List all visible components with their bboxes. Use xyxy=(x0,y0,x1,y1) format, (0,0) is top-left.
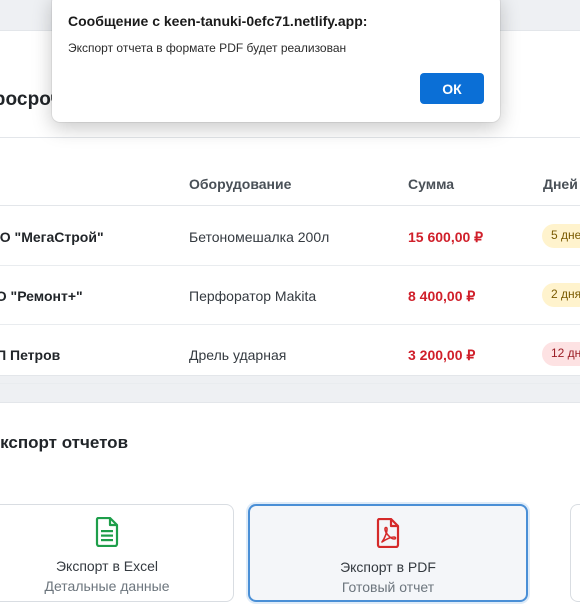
days-badge: 5 дней xyxy=(542,224,580,248)
table-row[interactable]: ООО "Ремонт+" Перфоратор Makita 8 400,00… xyxy=(0,266,580,325)
client-name: ИП Петров xyxy=(0,347,61,363)
dialog-title: Сообщение с keen-tanuki-0efc71.netlify.a… xyxy=(68,13,368,29)
export-excel-label: Экспорт в Excel xyxy=(55,558,159,574)
column-header-days: Дней просрочки xyxy=(543,176,580,192)
sum-value: 3 200,00 ₽ xyxy=(408,347,476,363)
ok-button[interactable]: ОК xyxy=(420,73,484,104)
client-name: ООО "Ремонт+" xyxy=(0,288,83,304)
alert-dialog: Сообщение с keen-tanuki-0efc71.netlify.a… xyxy=(52,0,500,122)
divider xyxy=(0,137,580,138)
export-pdf-button[interactable]: Экспорт в PDF Готовый отчет xyxy=(248,504,528,602)
column-header-sum: Сумма xyxy=(408,176,455,192)
days-badge: 2 дня xyxy=(542,283,580,307)
days-badge: 12 дней xyxy=(542,342,580,366)
client-name: ООО "МегаСтрой" xyxy=(0,229,104,245)
equipment-name: Дрель ударная xyxy=(189,347,287,363)
export-excel-subtitle: Детальные данные xyxy=(44,578,170,594)
column-header-equipment: Оборудование xyxy=(189,176,292,192)
equipment-name: Бетономешалка 200л xyxy=(189,229,330,245)
reports-card: Экспорт отчетов Экспорт в Excel Детальны… xyxy=(0,402,580,614)
table-row[interactable]: ИП Петров Дрель ударная 3 200,00 ₽ 12 дн… xyxy=(0,325,580,384)
next-export-card[interactable] xyxy=(570,504,580,602)
export-pdf-subtitle: Готовый отчет xyxy=(341,579,435,595)
sum-value: 15 600,00 ₽ xyxy=(408,229,484,245)
table-header: Оборудование Сумма Дней просрочки xyxy=(0,154,580,206)
sum-value: 8 400,00 ₽ xyxy=(408,288,476,304)
page: Просроченные платежи Оборудование Сумма … xyxy=(0,0,580,614)
reports-title: Экспорт отчетов xyxy=(0,433,129,452)
dialog-message: Экспорт отчета в формате PDF будет реали… xyxy=(68,41,347,55)
export-excel-button[interactable]: Экспорт в Excel Детальные данные xyxy=(0,504,234,602)
export-pdf-label: Экспорт в PDF xyxy=(340,559,436,575)
file-excel-icon xyxy=(95,517,119,547)
file-pdf-icon xyxy=(376,518,400,548)
equipment-name: Перфоратор Makita xyxy=(189,288,317,304)
table-row[interactable]: ООО "МегаСтрой" Бетономешалка 200л 15 60… xyxy=(0,207,580,266)
